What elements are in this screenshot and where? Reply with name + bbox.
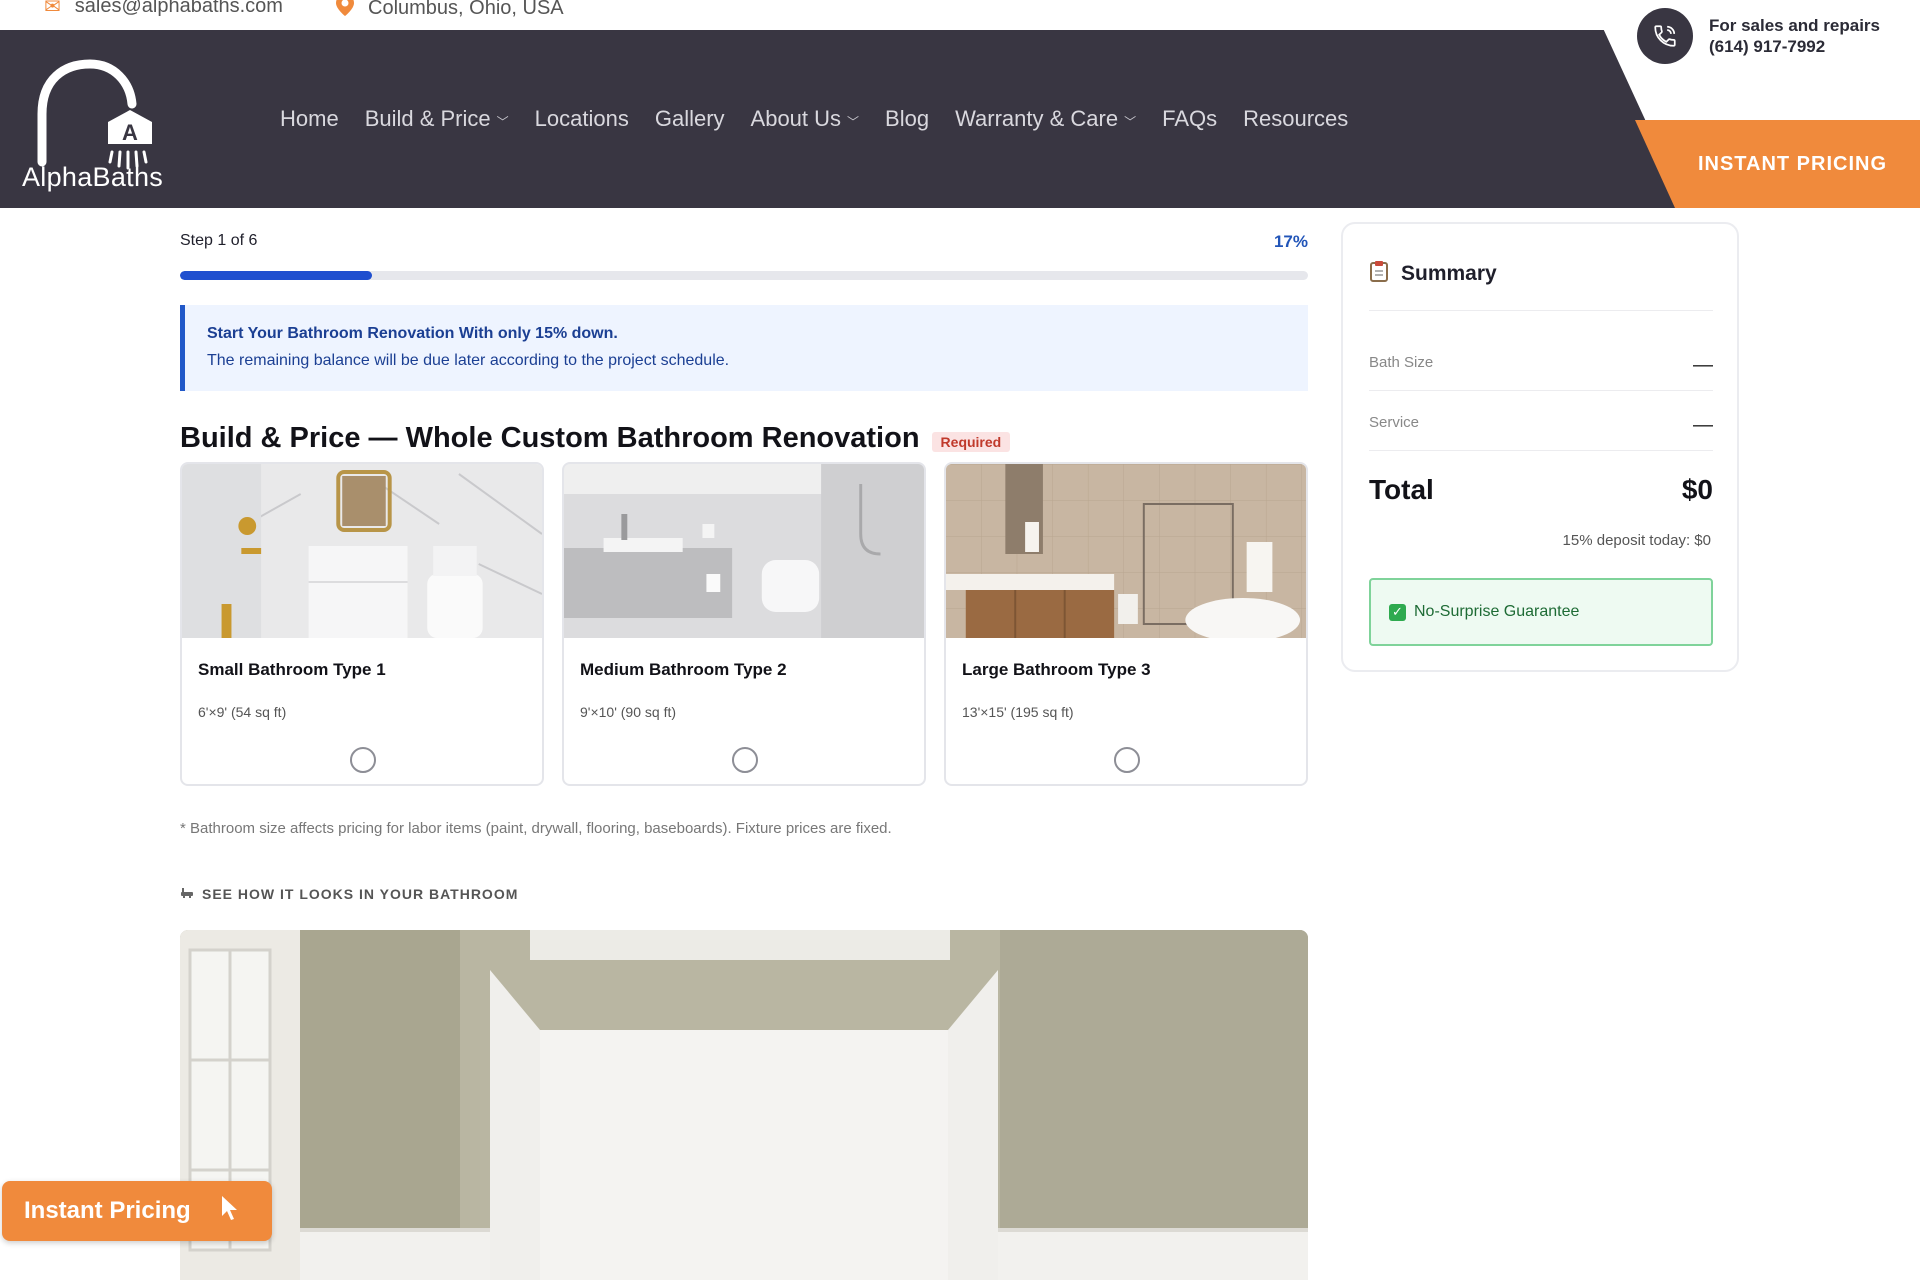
nav-faqs-label: FAQs <box>1162 106 1218 131</box>
chevron-down-icon: ﹀ <box>496 114 509 129</box>
deposit-notice: Start Your Bathroom Renovation With only… <box>180 305 1308 391</box>
phone-number: (614) 917-7992 <box>1708 37 1826 56</box>
deposit-today: 15% deposit today: $0 <box>1562 532 1711 549</box>
nav-build-price-label: Build & Price <box>364 106 491 131</box>
section-title: Build & Price — Whole Custom Bathroom Re… <box>180 422 1011 455</box>
summary-total: Total $0 <box>1369 474 1713 506</box>
bathroom-preview-image <box>180 930 1308 1280</box>
option-name: Small Bathroom Type 1 <box>198 660 386 679</box>
bathtub-icon <box>180 886 194 902</box>
phone-contact[interactable]: For sales and repairs (614) 917-7992 <box>1636 8 1880 64</box>
logo-text: AlphaBaths <box>22 162 164 192</box>
total-label: Total <box>1369 474 1434 505</box>
floating-button-label: Instant Pricing <box>24 1197 191 1224</box>
nav-warranty-care[interactable]: Warranty & Care ﹀ <box>955 106 1136 132</box>
summary-divider <box>1369 450 1713 451</box>
instant-pricing-button[interactable]: INSTANT PRICING <box>1635 120 1920 208</box>
option-radio[interactable] <box>1114 747 1140 773</box>
nav-gallery-label: Gallery <box>654 106 725 131</box>
nav-blog-label: Blog <box>885 106 930 131</box>
medium-bathroom-image <box>564 464 924 638</box>
chevron-down-icon: ﹀ <box>1124 114 1137 129</box>
nav-blog[interactable]: Blog <box>885 106 929 132</box>
guarantee-text: No-Surprise Guarantee <box>1414 603 1580 620</box>
option-name: Large Bathroom Type 3 <box>962 660 1151 679</box>
pricing-footnote: * Bathroom size affects pricing for labo… <box>180 820 892 837</box>
notice-body: The remaining balance will be due later … <box>207 352 730 369</box>
location-contact: Columbus, Ohio, USA <box>336 0 564 22</box>
bathroom-option-large[interactable]: Large Bathroom Type 3 13'×15' (195 sq ft… <box>944 462 1308 786</box>
bathroom-option-medium[interactable]: Medium Bathroom Type 2 9'×10' (90 sq ft) <box>562 462 926 786</box>
large-bathroom-image <box>946 464 1306 642</box>
map-pin-icon <box>336 0 354 22</box>
summary-panel: Summary Bath Size — Service — Total $0 1… <box>1341 222 1739 672</box>
progress-fill <box>180 271 372 280</box>
check-icon: ✓ <box>1389 603 1406 621</box>
summary-row-service: Service — <box>1369 414 1713 437</box>
nav-locations-label: Locations <box>534 106 629 131</box>
phone-icon <box>1636 8 1693 64</box>
preview-heading-text: SEE HOW IT LOOKS IN YOUR BATHROOM <box>202 886 519 902</box>
option-radio[interactable] <box>732 747 758 773</box>
summary-title: Summary <box>1401 262 1497 285</box>
phone-text-block: For sales and repairs (614) 917-7992 <box>1709 15 1880 57</box>
row-value: — <box>1693 354 1713 376</box>
total-value: $0 <box>1681 474 1713 505</box>
nav-home-label: Home <box>280 106 339 131</box>
option-dimensions: 6'×9' (54 sq ft) <box>198 704 287 720</box>
nav-faqs[interactable]: FAQs <box>1162 106 1217 132</box>
site-header: For sales and repairs (614) 917-7992 INS… <box>0 0 1920 208</box>
nav-resources[interactable]: Resources <box>1243 106 1348 132</box>
row-label: Service <box>1369 414 1420 431</box>
nav-home[interactable]: Home <box>280 106 339 132</box>
row-label: Bath Size <box>1369 354 1434 371</box>
nav-build-price[interactable]: Build & Price ﹀ <box>365 106 509 132</box>
svg-text:A: A <box>122 120 138 145</box>
required-badge: Required <box>931 431 1011 452</box>
preview-heading: SEE HOW IT LOOKS IN YOUR BATHROOM <box>180 886 518 902</box>
nav-locations[interactable]: Locations <box>535 106 629 132</box>
floating-instant-pricing-button[interactable]: Instant Pricing <box>2 1181 272 1241</box>
option-dimensions: 9'×10' (90 sq ft) <box>580 704 677 720</box>
email-contact[interactable]: ✉ sales@alphabaths.com <box>44 0 283 19</box>
progress-percent: 17% <box>1273 232 1308 251</box>
chevron-down-icon: ﹀ <box>847 114 860 129</box>
summary-divider <box>1369 390 1713 391</box>
row-value: — <box>1693 414 1713 436</box>
phone-label: For sales and repairs <box>1708 16 1880 35</box>
clipboard-icon <box>1369 260 1389 288</box>
cursor-icon <box>219 1194 243 1229</box>
option-name: Medium Bathroom Type 2 <box>580 660 787 679</box>
option-radio[interactable] <box>350 747 376 773</box>
nav-resources-label: Resources <box>1243 106 1349 131</box>
mail-icon: ✉ <box>44 0 61 18</box>
option-dimensions: 13'×15' (195 sq ft) <box>962 704 1074 720</box>
summary-row-bath-size: Bath Size — <box>1369 354 1713 377</box>
section-title-text: Build & Price — Whole Custom Bathroom Re… <box>180 422 920 454</box>
notice-title: Start Your Bathroom Renovation With only… <box>207 325 618 342</box>
small-bathroom-image <box>182 464 542 638</box>
location-text: Columbus, Ohio, USA <box>368 0 564 19</box>
main-nav: Home Build & Price ﹀ Locations Gallery Ab… <box>280 106 1348 132</box>
bathroom-size-options: Small Bathroom Type 1 6'×9' (54 sq ft) M… <box>180 462 1308 786</box>
step-label: Step 1 of 6 <box>180 232 258 249</box>
summary-divider <box>1369 310 1713 311</box>
progress-bar <box>180 271 1308 280</box>
nav-warranty-care-label: Warranty & Care <box>955 106 1119 131</box>
nav-about-us[interactable]: About Us ﹀ <box>751 106 860 132</box>
bathroom-option-small[interactable]: Small Bathroom Type 1 6'×9' (54 sq ft) <box>180 462 544 786</box>
step-indicator: Step 1 of 6 17% <box>180 232 1308 252</box>
nav-about-us-label: About Us <box>750 106 842 131</box>
no-surprise-guarantee: ✓ No-Surprise Guarantee <box>1369 578 1713 646</box>
nav-gallery[interactable]: Gallery <box>655 106 725 132</box>
email-text: sales@alphabaths.com <box>74 0 283 17</box>
summary-header: Summary <box>1369 260 1497 288</box>
